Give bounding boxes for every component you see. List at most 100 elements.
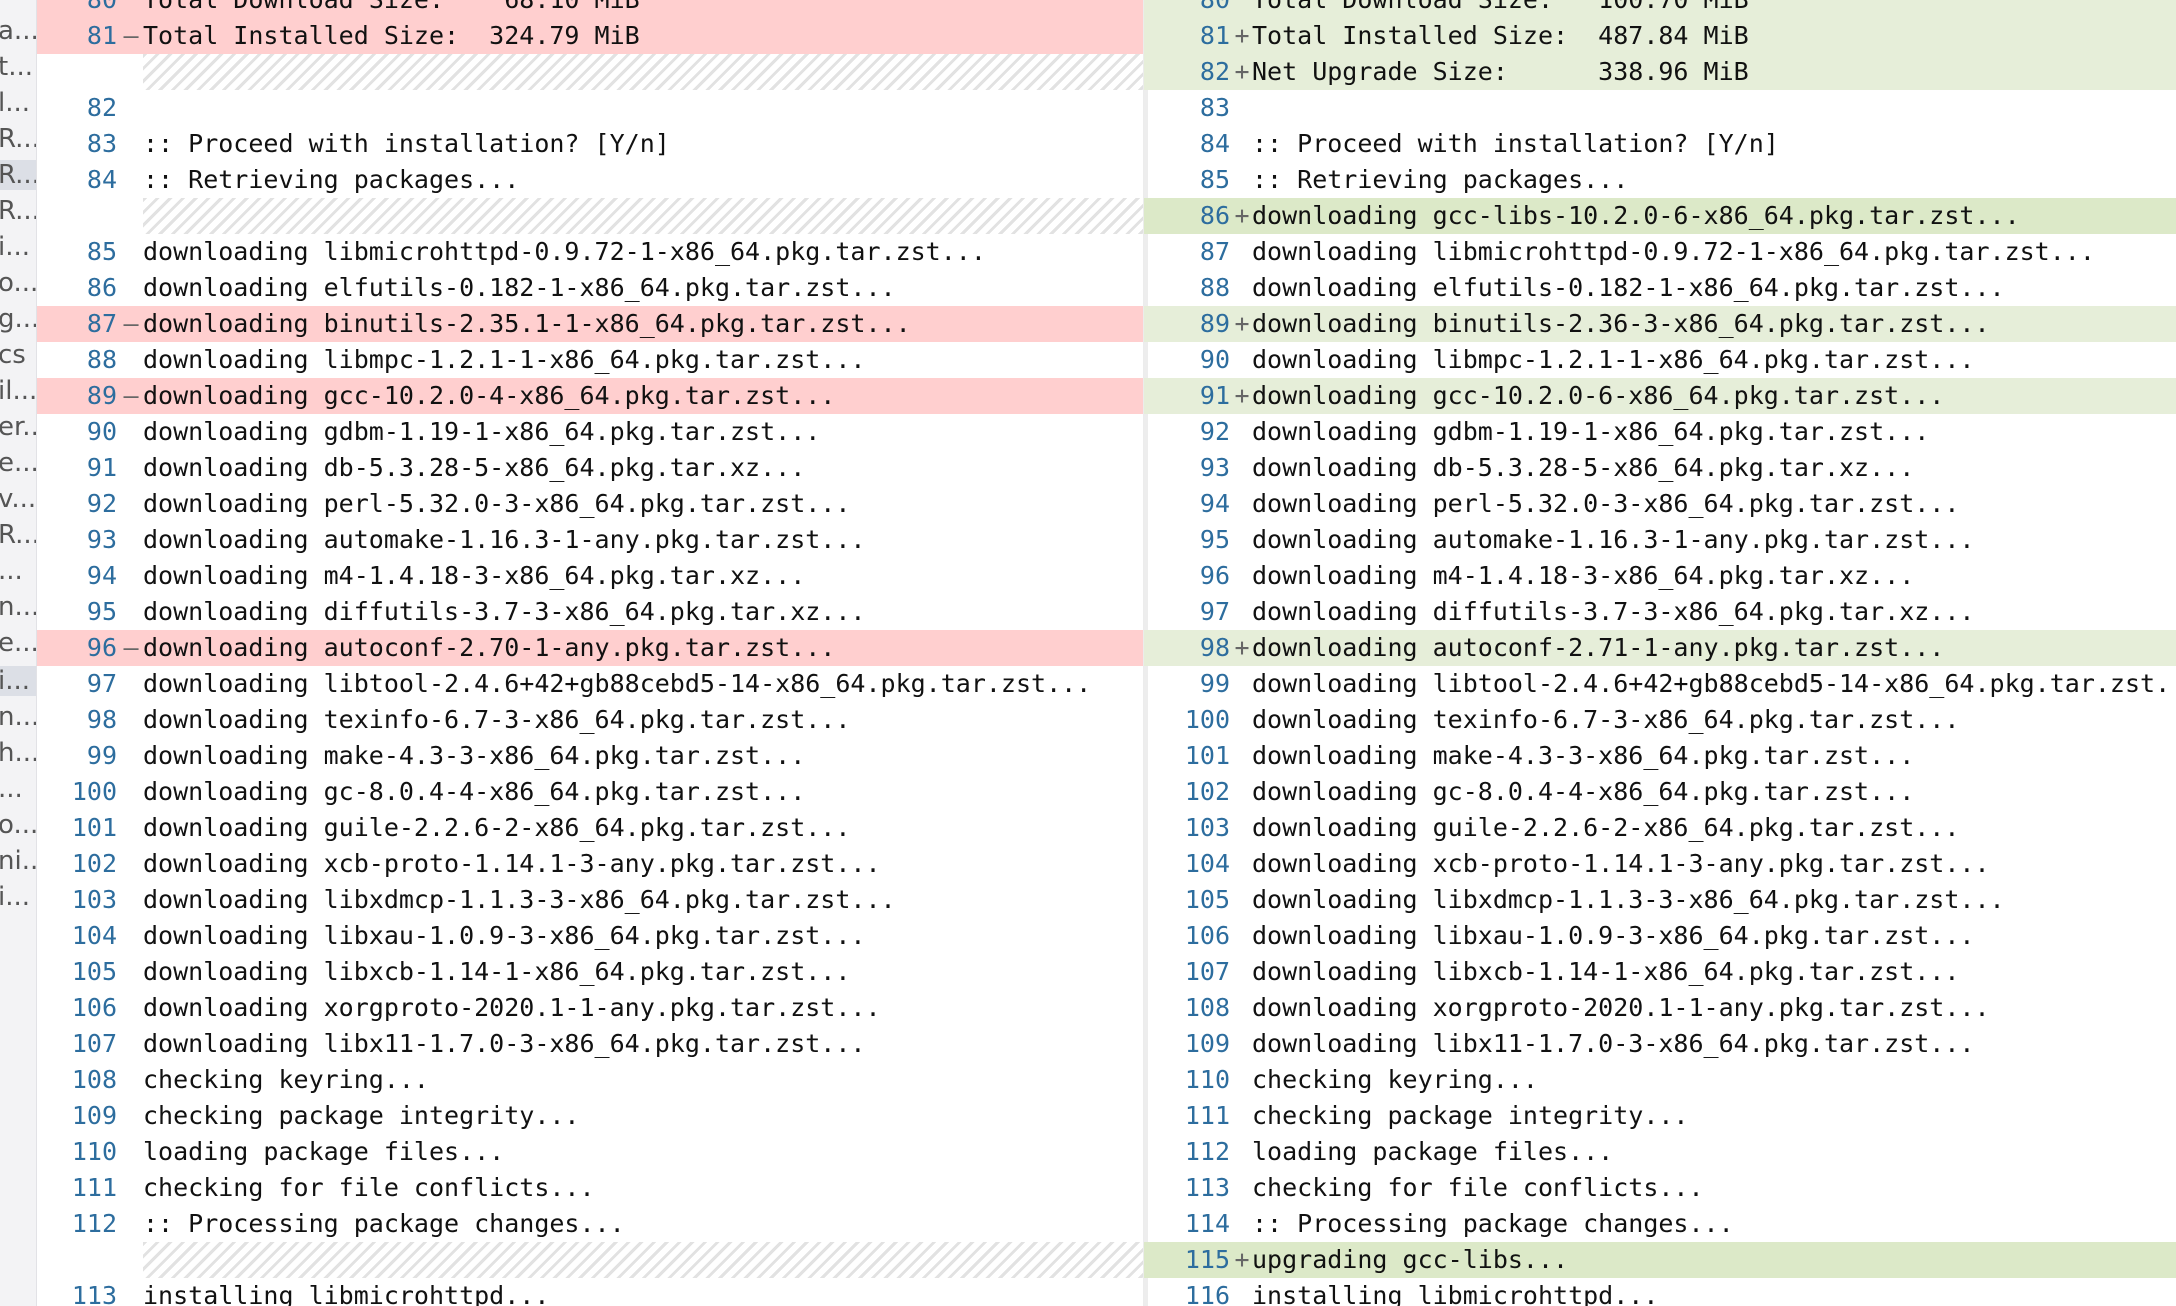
diff-line: 81— Total Installed Size: 324.79 MiB [37,18,1143,54]
diff-pane-right[interactable]: 80Total Download Size: 100.70 MiB81+Tota… [1143,0,2176,1306]
sidebar-item[interactable]: i... [0,666,36,696]
sidebar-item[interactable]: t... [0,52,36,82]
diff-line: 115 + upgrading gcc-libs... [1144,1242,2176,1278]
diff-line: 97 downloading diffutils-3.7-3-x86_64.pkg… [1144,594,2176,630]
line-number: 108 [71,1065,117,1094]
line-text: downloading binutils-2.36-3-x86_64.pkg.t… [1252,309,1990,338]
line-text: downloading libmpc-1.2.1-1-x86_64.pkg.ta… [143,345,866,374]
diff-line: 112:: Processing package changes... [37,1206,1143,1242]
diff-line: 114:: Processing package changes... [1144,1206,2176,1242]
line-number: 88 [1199,273,1230,302]
diff-line: 100 downloading texinfo-6.7-3-x86_64.pkg.… [1144,702,2176,738]
diff-line: 88 downloading libmpc-1.2.1-1-x86_64.pkg.… [37,342,1143,378]
sidebar-item[interactable]: R... [0,160,36,190]
line-text: downloading m4-1.4.18-3-x86_64.pkg.tar.x… [143,561,806,590]
line-text: downloading gc-8.0.4-4-x86_64.pkg.tar.zs… [143,777,806,806]
diff-line: 90 downloading libmpc-1.2.1-1-x86_64.pkg.… [1144,342,2176,378]
line-number: 102 [71,849,117,878]
line-text: checking package integrity... [143,1101,580,1130]
change-marker: + [1234,201,1250,230]
line-number: 115 [1184,1245,1230,1274]
diff-line: 110 loading package files... [37,1134,1143,1170]
sidebar-item[interactable]: g... [0,304,36,334]
line-text: downloading texinfo-6.7-3-x86_64.pkg.tar… [143,705,851,734]
line-number: 80 [1144,0,1230,18]
sidebar-item[interactable]: R... [0,520,36,550]
line-number: 80 [37,0,117,18]
diff-line: 105 downloading libxdmcp-1.1.3-3-x86_64.p… [1144,882,2176,918]
diff-line: 97 downloading libtool-2.4.6+42+gb88cebd5… [37,666,1143,702]
line-text: downloading libxau-1.0.9-3-x86_64.pkg.ta… [143,921,866,950]
sidebar-item[interactable]: er... [0,412,36,442]
line-text: downloading perl-5.32.0-3-x86_64.pkg.tar… [143,489,851,518]
diff-line: 98 downloading texinfo-6.7-3-x86_64.pkg.t… [37,702,1143,738]
line-text: downloading make-4.3-3-x86_64.pkg.tar.zs… [143,741,806,770]
diff-line: 94 downloading m4-1.4.18-3-x86_64.pkg.tar… [37,558,1143,594]
line-text: downloading xcb-proto-1.14.1-3-any.pkg.t… [1252,849,1990,878]
diff-line: 116 installing libmicrohttpd... [1144,1278,2176,1306]
line-number: 109 [71,1101,117,1130]
sidebar-item[interactable]: il... [0,376,36,406]
sidebar-item[interactable]: ... [0,774,36,804]
diff-line: 102 downloading xcb-proto-1.14.1-3-any.pk… [37,846,1143,882]
sidebar-item[interactable]: o... [0,810,36,840]
sidebar-item[interactable]: cs [0,340,36,370]
line-text: Total Installed Size: 324.79 MiB [143,21,640,50]
line-number: 88 [86,345,117,374]
sidebar-item[interactable]: v... [0,484,36,514]
line-text: downloading libx11-1.7.0-3-x86_64.pkg.ta… [1252,1029,1975,1058]
diff-pane-left[interactable]: 80Total Download Size: 68.10 MiB81—Total… [37,0,1143,1306]
diff-line: 85:: Retrieving packages... [1144,162,2176,198]
diff-gap-filler [143,1242,1143,1278]
sidebar-item[interactable]: i... [0,232,36,262]
sidebar-item[interactable]: o... [0,268,36,298]
line-number: 111 [1184,1101,1230,1130]
diff-line: 112 loading package files... [1144,1134,2176,1170]
line-text: downloading binutils-2.35.1-1-x86_64.pkg… [143,309,911,338]
diff-line: 84:: Retrieving packages... [37,162,1143,198]
sidebar-item[interactable]: e... [0,628,36,658]
sidebar-item[interactable]: ni... [0,846,36,876]
line-text: downloading xorgproto-2020.1-1-any.pkg.t… [1252,993,1990,1022]
sidebar-item[interactable]: i... [0,882,36,912]
sidebar-item[interactable]: ... [0,556,36,586]
line-number: 89 [1199,309,1230,338]
diff-line: 80 Total Download Size: 100.70 MiB [1144,0,2176,18]
line-number: 103 [1184,813,1230,842]
sidebar-item[interactable]: n... [0,592,36,622]
diff-line: 102 downloading gc-8.0.4-4-x86_64.pkg.tar… [1144,774,2176,810]
diff-line: 109 checking package integrity... [37,1098,1143,1134]
line-number: 84 [1199,129,1230,158]
sidebar-item[interactable]: e... [0,448,36,478]
diff-line: 98 + downloading autoconf-2.71-1-any.pkg.t… [1144,630,2176,666]
diff-line: 92 downloading gdbm-1.19-1-x86_64.pkg.tar… [1144,414,2176,450]
diff-line: 91 + downloading gcc-10.2.0-6-x86_64.pkg.t… [1144,378,2176,414]
sidebar-item[interactable]: R... [0,196,36,226]
line-number: 93 [86,525,117,554]
line-number: 92 [1199,417,1230,446]
diff-line: 89— downloading gcc-10.2.0-4-x86_64.pkg.t… [37,378,1143,414]
line-text: checking keyring... [1252,1065,1538,1094]
sidebar-item[interactable]: l... [0,88,36,118]
diff-line: 104 downloading xcb-proto-1.14.1-3-any.pk… [1144,846,2176,882]
line-number: 90 [86,417,117,446]
line-text: downloading texinfo-6.7-3-x86_64.pkg.tar… [1252,705,1960,734]
sidebar-item[interactable]: h... [0,738,36,768]
line-number: 90 [1199,345,1230,374]
line-text: downloading libxdmcp-1.1.3-3-x86_64.pkg.… [1252,885,2005,914]
change-marker: — [123,633,139,662]
sidebar-item[interactable]: R... [0,124,36,154]
diff-line: 113 checking for file conflicts... [1144,1170,2176,1206]
diff-line: 85 downloading libmicrohttpd-0.9.72-1-x86… [37,234,1143,270]
line-number: 85 [86,237,117,266]
line-number: 91 [86,453,117,482]
line-text: downloading automake-1.16.3-1-any.pkg.ta… [1252,525,1975,554]
diff-line: 108 downloading xorgproto-2020.1-1-any.pk… [1144,990,2176,1026]
line-number: 98 [1199,633,1230,662]
sidebar-item[interactable]: n... [0,702,36,732]
line-text: upgrading gcc-libs... [1252,1245,1569,1274]
sidebar-item[interactable]: a... [0,16,36,46]
line-number: 86 [86,273,117,302]
diff-line: 93 downloading automake-1.16.3-1-any.pkg.… [37,522,1143,558]
diff-line: 110 checking keyring... [1144,1062,2176,1098]
